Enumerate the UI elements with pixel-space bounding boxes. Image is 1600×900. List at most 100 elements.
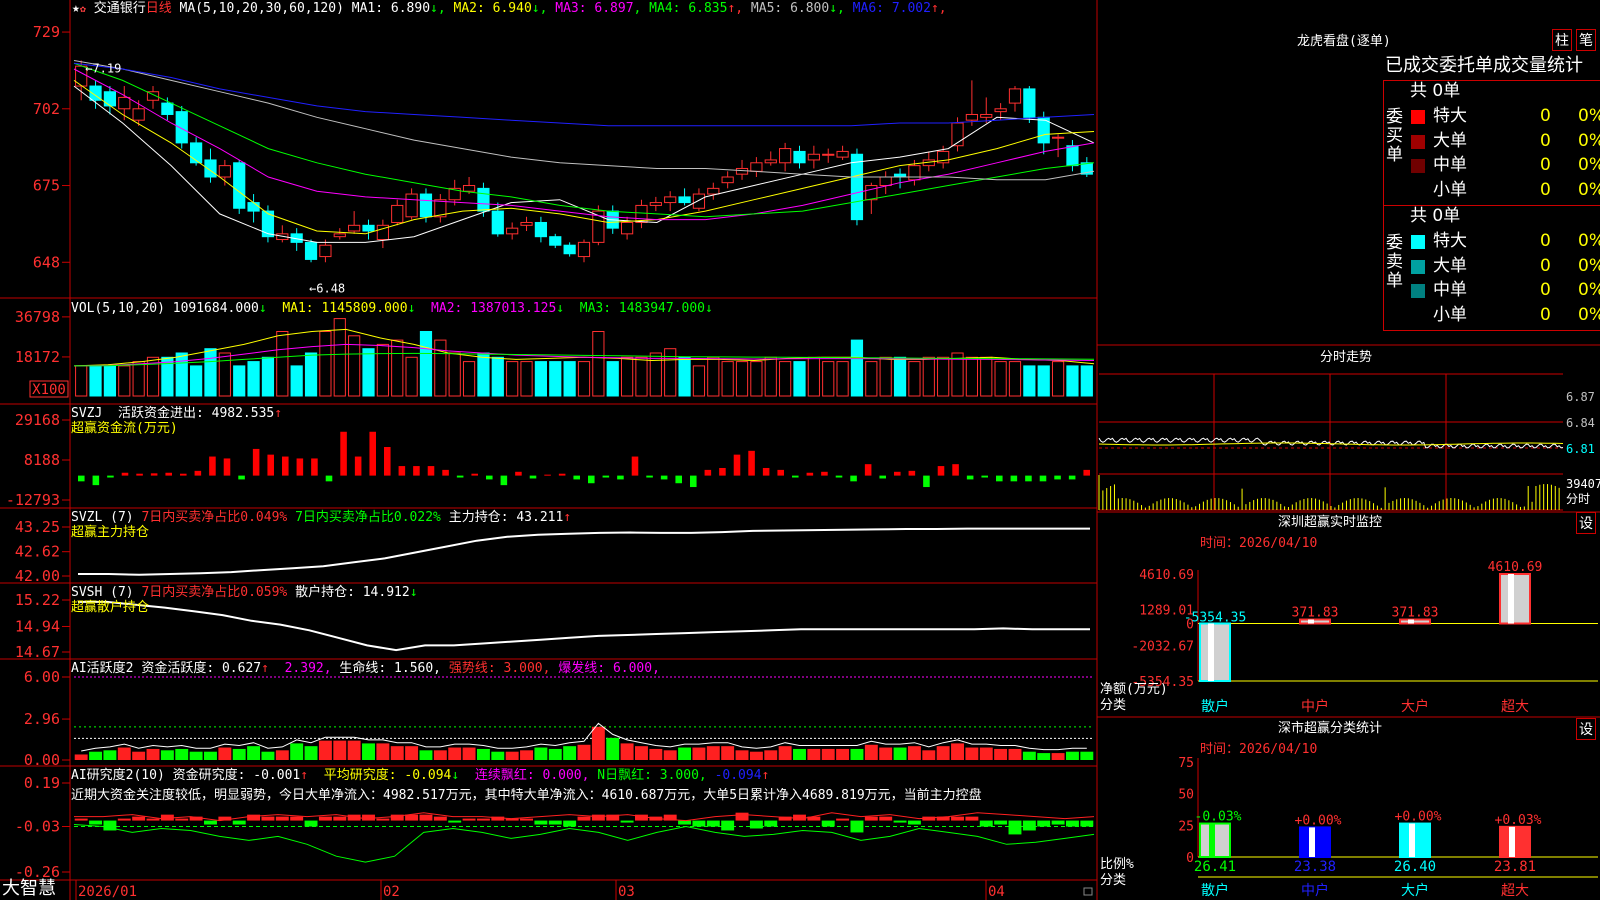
activity-bar[interactable] <box>218 747 232 760</box>
candle[interactable] <box>908 165 921 181</box>
activity-bar[interactable] <box>117 747 131 760</box>
research-bar[interactable] <box>965 816 979 821</box>
svzj-bar[interactable] <box>442 469 449 476</box>
research-bar[interactable] <box>290 816 304 821</box>
research-bar[interactable] <box>419 814 433 821</box>
activity-bar[interactable] <box>74 754 88 760</box>
candle[interactable] <box>994 108 1007 113</box>
svzj-bar[interactable] <box>733 454 741 476</box>
activity-bar[interactable] <box>907 746 921 760</box>
activity-bar[interactable] <box>793 748 806 760</box>
candle[interactable] <box>175 111 188 144</box>
svzj-bar[interactable] <box>471 473 478 476</box>
svzj-bar[interactable] <box>107 475 114 478</box>
svzj-bar[interactable] <box>311 458 318 476</box>
activity-bar[interactable] <box>419 750 433 760</box>
svzj-bar[interactable] <box>252 448 260 476</box>
candle[interactable] <box>319 244 332 258</box>
svzj-bar[interactable] <box>923 475 930 488</box>
research-bar[interactable] <box>563 820 577 827</box>
activity-bar[interactable] <box>89 751 103 760</box>
candle[interactable] <box>233 162 246 209</box>
research-bar[interactable] <box>907 820 921 825</box>
activity-bar[interactable] <box>103 750 117 760</box>
svzj-bar[interactable] <box>719 467 726 476</box>
svzj-bar[interactable] <box>558 473 566 476</box>
svzj-bar[interactable] <box>544 474 551 476</box>
volume-bar[interactable] <box>994 361 1007 397</box>
candle[interactable] <box>664 196 677 204</box>
volume-bar[interactable] <box>850 339 864 397</box>
candle[interactable] <box>348 224 361 232</box>
volume-bar[interactable] <box>376 343 389 397</box>
candle[interactable] <box>779 148 792 164</box>
candle[interactable] <box>405 193 418 218</box>
activity-bar[interactable] <box>778 746 792 760</box>
research-bar[interactable] <box>232 820 246 825</box>
volume-bar[interactable] <box>692 365 706 397</box>
research-bar[interactable] <box>721 820 735 831</box>
activity-bar[interactable] <box>965 747 979 760</box>
sz-monitor-settings-button[interactable]: 设 <box>1576 512 1596 534</box>
volume-bar[interactable] <box>434 339 447 397</box>
volume-bar[interactable] <box>1023 365 1036 397</box>
sz-category-settings-button[interactable]: 设 <box>1576 718 1596 740</box>
activity-bar[interactable] <box>476 748 490 760</box>
activity-bar[interactable] <box>994 748 1008 760</box>
research-bar[interactable] <box>692 820 706 827</box>
svzj-bar[interactable] <box>937 466 945 476</box>
app-logo[interactable]: 大智慧 <box>2 879 56 899</box>
volume-bar[interactable] <box>477 352 490 397</box>
candle[interactable] <box>692 193 706 209</box>
activity-bar[interactable] <box>462 747 476 760</box>
candle[interactable] <box>750 162 763 172</box>
activity-bar[interactable] <box>175 748 189 760</box>
volume-bar[interactable] <box>190 365 203 397</box>
research-bar[interactable] <box>1065 820 1079 827</box>
activity-bar[interactable] <box>1037 753 1051 760</box>
activity-bar[interactable] <box>333 740 347 760</box>
candle[interactable] <box>965 113 978 121</box>
candle[interactable] <box>649 202 662 206</box>
activity-bar[interactable] <box>836 748 850 760</box>
research-bar[interactable] <box>749 820 763 829</box>
volume-bar[interactable] <box>779 361 792 397</box>
volume-bar[interactable] <box>908 361 921 397</box>
candle[interactable] <box>161 102 174 115</box>
volume-bar[interactable] <box>922 356 935 397</box>
research-bar[interactable] <box>1051 820 1065 825</box>
research-bar[interactable] <box>548 820 562 825</box>
svzj-bar[interactable] <box>136 473 143 476</box>
activity-bar[interactable] <box>922 750 936 760</box>
candle[interactable] <box>247 202 260 212</box>
candle[interactable] <box>620 221 634 235</box>
candle[interactable] <box>1051 136 1065 139</box>
activity-bar[interactable] <box>304 746 318 760</box>
activity-bar[interactable] <box>275 750 289 760</box>
volume-bar[interactable] <box>218 352 231 397</box>
research-bar[interactable] <box>706 820 720 827</box>
volume-bar[interactable] <box>462 361 476 397</box>
svzj-bar[interactable] <box>588 475 595 484</box>
activity-bar[interactable] <box>189 751 203 760</box>
svzj-bar[interactable] <box>267 454 274 476</box>
volume-bar[interactable] <box>103 365 117 397</box>
volume-bar[interactable] <box>649 352 662 397</box>
activity-bar[interactable] <box>1080 751 1094 760</box>
svzj-bar[interactable] <box>1039 475 1047 482</box>
svzj-bar[interactable] <box>427 466 435 476</box>
svzj-bar[interactable] <box>209 456 216 476</box>
svzj-bar[interactable] <box>92 475 100 486</box>
svzj-bar[interactable] <box>777 469 784 476</box>
volume-bar[interactable] <box>247 361 260 397</box>
volume-bar[interactable] <box>735 361 749 397</box>
research-bar[interactable] <box>175 818 189 821</box>
svzj-bar[interactable] <box>398 466 406 476</box>
volume-bar[interactable] <box>678 356 691 397</box>
candle[interactable] <box>520 221 533 226</box>
research-bar[interactable] <box>1022 820 1036 831</box>
volume-bar[interactable] <box>865 361 878 397</box>
volume-bar[interactable] <box>89 365 102 397</box>
candle[interactable] <box>793 150 806 164</box>
activity-bar[interactable] <box>864 744 878 760</box>
